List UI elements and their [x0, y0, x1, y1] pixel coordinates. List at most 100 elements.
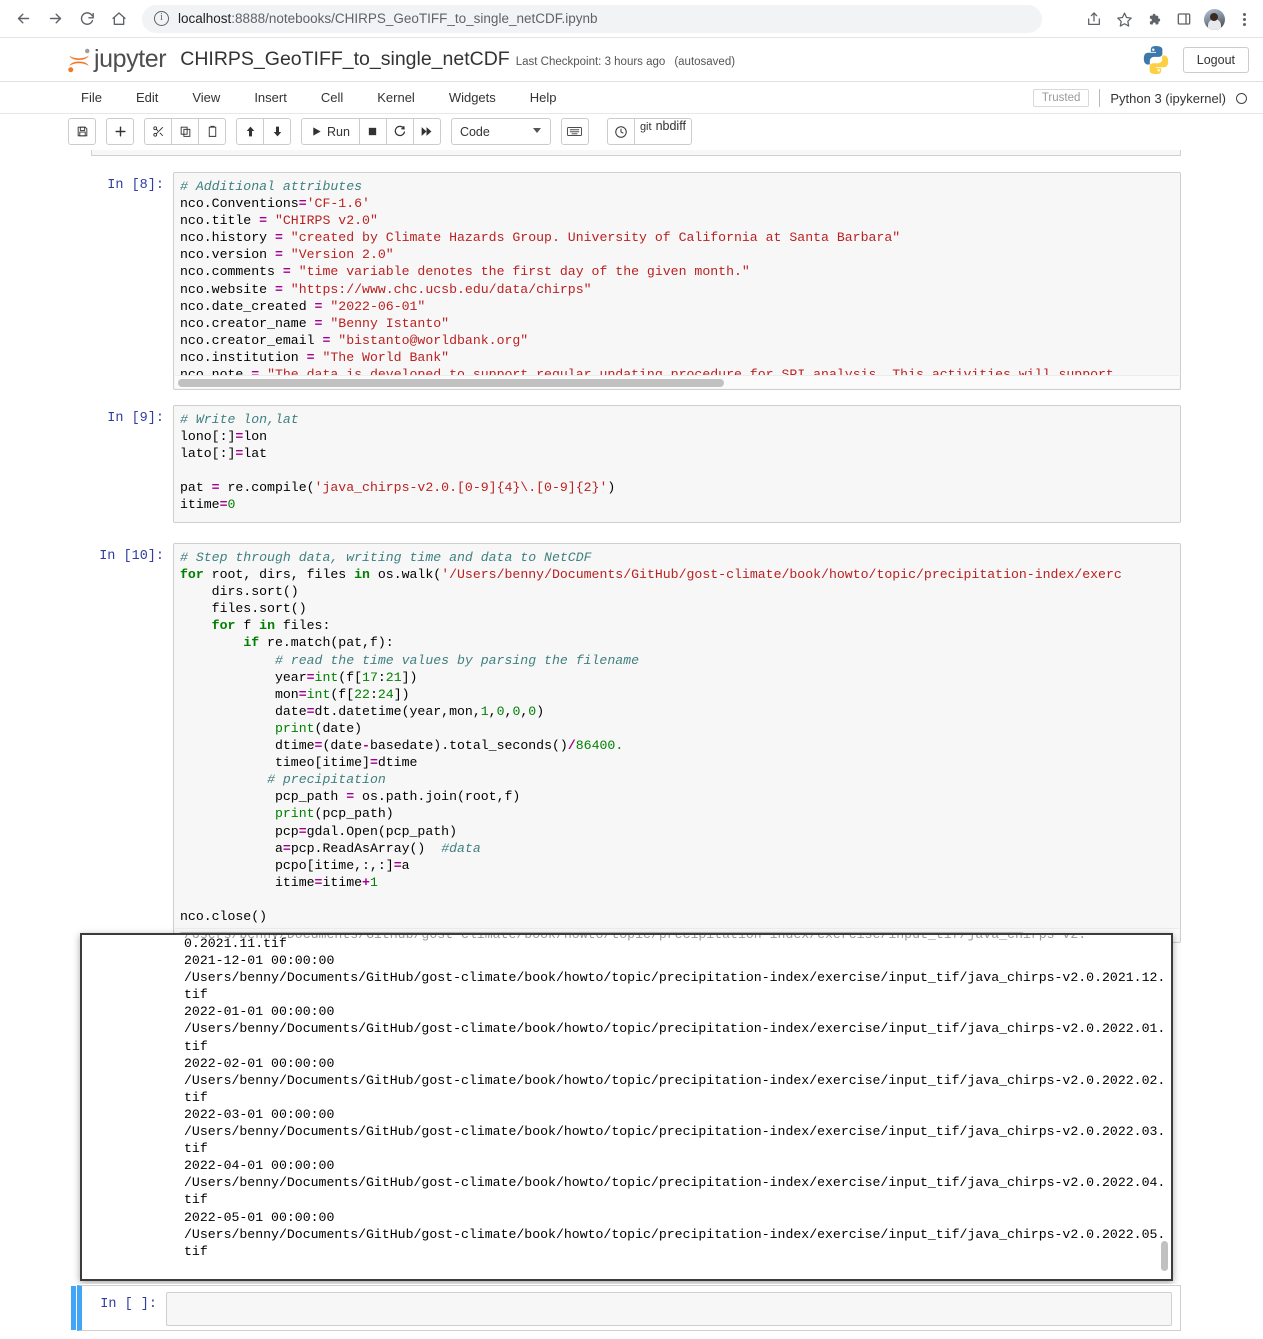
- star-icon[interactable]: [1111, 6, 1137, 32]
- notebook-title[interactable]: CHIRPS_GeoTIFF_to_single_netCDF: [180, 48, 509, 71]
- save-floppy-icon: [77, 126, 87, 137]
- scissors-icon: [152, 126, 163, 137]
- nbdiff-label: nbdiff: [655, 119, 686, 133]
- notebook-toolbar: Run Code git nbdiff: [0, 114, 1263, 150]
- trusted-badge[interactable]: Trusted: [1032, 89, 1090, 107]
- puzzle-icon[interactable]: [1141, 6, 1167, 32]
- back-icon[interactable]: [8, 4, 38, 34]
- arrow-down-icon: [273, 126, 281, 137]
- browser-nav-buttons: [0, 4, 134, 34]
- cell-type-select[interactable]: Code: [450, 118, 551, 145]
- cell-horizontal-scrollbar-8[interactable]: [175, 375, 1179, 388]
- cell-source-empty[interactable]: [167, 1293, 1171, 1302]
- run-button[interactable]: Run: [301, 118, 360, 145]
- chevron-down-icon: [532, 128, 541, 133]
- restart-and-run-all-button[interactable]: [412, 118, 441, 145]
- last-checkpoint-label: Last Checkpoint: 3 hours ago: [515, 56, 666, 68]
- restart-kernel-button[interactable]: [385, 118, 414, 145]
- nbdiff-git-label: git: [639, 121, 652, 133]
- reload-icon[interactable]: [72, 4, 102, 34]
- menu-kernel[interactable]: Kernel: [360, 82, 432, 114]
- jupyter-logo-link[interactable]: jupyter: [64, 45, 167, 75]
- jupyter-wordmark: jupyter: [94, 45, 167, 73]
- kebab-menu-icon[interactable]: [1231, 6, 1257, 32]
- code-cell-10[interactable]: In [10]: # Step through data, writing ti…: [91, 543, 1181, 943]
- notebook-body[interactable]: In [8]: # Additional attributes nco.Conv…: [0, 150, 1263, 1339]
- toolbar-group-save: [68, 118, 96, 145]
- cell-source-10[interactable]: # Step through data, writing time and da…: [174, 544, 1180, 929]
- jupyter-logo-icon: [68, 48, 90, 72]
- cell-editor-10[interactable]: # Step through data, writing time and da…: [173, 543, 1181, 943]
- home-icon[interactable]: [104, 4, 134, 34]
- logout-button[interactable]: Logout: [1182, 47, 1249, 73]
- url-host: localhost: [178, 11, 232, 26]
- browser-action-icons: [1081, 0, 1257, 38]
- share-icon[interactable]: [1081, 6, 1107, 32]
- browser-toolbar: i localhost:8888/notebooks/CHIRPS_GeoTIF…: [0, 0, 1263, 38]
- arrow-up-icon: [246, 126, 254, 137]
- move-cell-up-button[interactable]: [236, 118, 264, 145]
- cell-editor-8[interactable]: # Additional attributes nco.Conventions=…: [173, 172, 1181, 390]
- cell-editor-9[interactable]: # Write lon,lat lono[:]=lon lato[:]=lat …: [173, 405, 1181, 523]
- paste-icon: [208, 125, 216, 137]
- copy-button[interactable]: [171, 118, 199, 145]
- toolbar-group-move: [236, 118, 291, 145]
- divider: [1099, 89, 1101, 107]
- cell-editor-empty[interactable]: [166, 1292, 1172, 1326]
- code-cell-9[interactable]: In [9]: # Write lon,lat lono[:]=lon lato…: [91, 405, 1181, 523]
- toolbar-group-execution: Run: [301, 118, 441, 145]
- clock-button[interactable]: [606, 118, 635, 145]
- cell-source-8[interactable]: # Additional attributes nco.Conventions=…: [174, 173, 1180, 387]
- menu-edit[interactable]: Edit: [119, 82, 175, 114]
- menu-widgets[interactable]: Widgets: [432, 82, 513, 114]
- output-vertical-scrollbar-thumb[interactable]: [1161, 1241, 1168, 1271]
- run-button-label: Run: [327, 124, 350, 139]
- header-right-group: Logout: [1141, 38, 1249, 82]
- menu-insert[interactable]: Insert: [237, 82, 304, 114]
- toolbar-group-insert: [106, 118, 134, 145]
- cell-prompt-8: In [8]:: [107, 178, 164, 193]
- scrollbar-thumb[interactable]: [178, 378, 725, 387]
- site-info-icon[interactable]: i: [154, 11, 169, 26]
- menu-items: File Edit View Insert Cell Kernel Widget…: [64, 82, 574, 114]
- url-path: :8888/notebooks/CHIRPS_GeoTIFF_to_single…: [231, 11, 598, 26]
- code-cell-empty-selected[interactable]: In [ ]:: [71, 1285, 1181, 1331]
- toolbar-groups: Run Code git nbdiff: [68, 118, 702, 145]
- avatar[interactable]: [1201, 6, 1227, 32]
- address-bar[interactable]: i localhost:8888/notebooks/CHIRPS_GeoTIF…: [142, 4, 1042, 33]
- cell-prompt-empty: In [ ]:: [100, 1297, 157, 1312]
- side-panel-icon[interactable]: [1171, 6, 1197, 32]
- menu-bar-status: Trusted Python 3 (ipykernel): [1032, 82, 1247, 114]
- previous-cell-stub: [91, 150, 1181, 156]
- kernel-name-label[interactable]: Python 3 (ipykernel): [1110, 91, 1226, 106]
- jupyter-header: jupyter CHIRPS_GeoTIFF_to_single_netCDF …: [0, 38, 1263, 82]
- url-text: localhost:8888/notebooks/CHIRPS_GeoTIFF_…: [178, 11, 598, 26]
- insert-cell-button[interactable]: [106, 118, 134, 145]
- toolbar-group-palette: [560, 118, 589, 145]
- paste-button[interactable]: [198, 118, 226, 145]
- menu-cell[interactable]: Cell: [304, 82, 360, 114]
- cell-prompt-9: In [9]:: [107, 411, 164, 426]
- cell-prompt-10: In [10]:: [99, 549, 164, 564]
- nbdiff-button[interactable]: git nbdiff: [633, 118, 692, 145]
- menu-help[interactable]: Help: [513, 82, 574, 114]
- forward-icon[interactable]: [40, 4, 70, 34]
- clock-icon: [615, 125, 627, 138]
- play-icon: [313, 127, 321, 136]
- menu-file[interactable]: File: [64, 82, 119, 114]
- menu-view[interactable]: View: [175, 82, 237, 114]
- cell-output-area[interactable]: /Users/benny/Documents/GitHub/gost-clima…: [80, 933, 1173, 1281]
- keyboard-icon: [567, 127, 583, 136]
- cut-button[interactable]: [144, 118, 172, 145]
- toolbar-group-clipboard: [144, 118, 226, 145]
- output-stdout-text: 0.2021.11.tif 2021-12-01 00:00:00 /Users…: [184, 936, 1166, 1259]
- move-cell-down-button[interactable]: [263, 118, 291, 145]
- stop-square-icon: [369, 127, 377, 136]
- restart-circular-arrow-icon: [395, 125, 406, 137]
- output-scroll-region[interactable]: 0.2021.11.tif 2021-12-01 00:00:00 /Users…: [82, 935, 1171, 1279]
- interrupt-kernel-button[interactable]: [358, 118, 387, 145]
- command-palette-button[interactable]: [560, 118, 589, 145]
- cell-source-9[interactable]: # Write lon,lat lono[:]=lon lato[:]=lat …: [174, 406, 1180, 518]
- save-button[interactable]: [68, 118, 96, 145]
- code-cell-8[interactable]: In [8]: # Additional attributes nco.Conv…: [91, 172, 1181, 390]
